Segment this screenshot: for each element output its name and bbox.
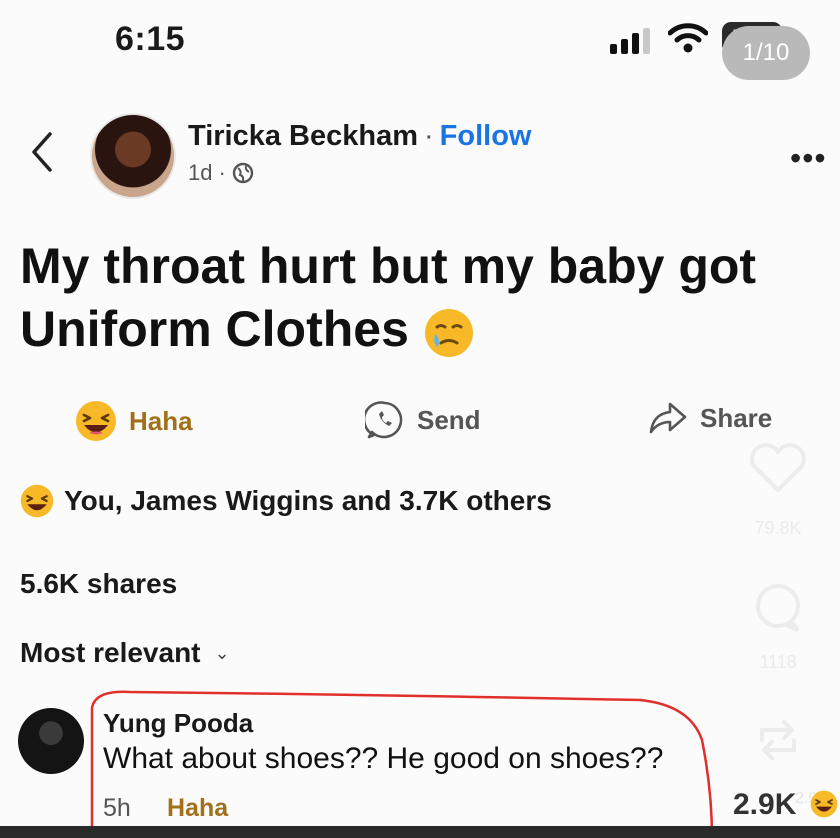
haha-emoji-icon xyxy=(810,790,838,818)
commenter-avatar[interactable] xyxy=(18,708,84,774)
comment-age: 5h xyxy=(103,794,131,822)
comment-text: What about shoes?? He good on shoes?? xyxy=(103,742,664,775)
bottom-edge-bar xyxy=(0,826,840,838)
comment-reaction-button[interactable]: Haha xyxy=(167,794,228,823)
comment-reaction-count[interactable]: 2.9K xyxy=(733,788,796,822)
commenter-name[interactable]: Yung Pooda xyxy=(103,708,253,739)
